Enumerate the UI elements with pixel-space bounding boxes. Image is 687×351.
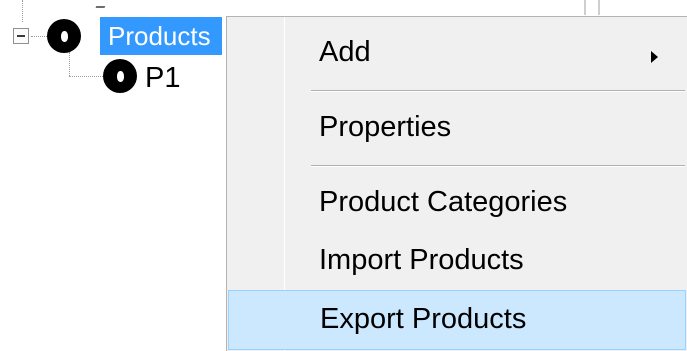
background-divider (584, 0, 586, 15)
tree-node-p1[interactable]: P1 (145, 59, 180, 97)
menu-item-label: Import Products (319, 244, 524, 276)
minus-icon (17, 35, 25, 37)
collapse-icon[interactable] (13, 28, 29, 44)
tree-connector-line (31, 36, 47, 37)
tree-node-products[interactable]: Products (100, 17, 222, 55)
context-menu: Add Properties Product Categories Import… (226, 16, 687, 351)
background-divider (598, 0, 600, 15)
partial-glyph (95, 0, 108, 8)
tree-connector-line (69, 76, 103, 77)
menu-item-import-products[interactable]: Import Products (227, 232, 687, 288)
menu-separator (311, 165, 685, 167)
menu-item-label: Add (319, 36, 371, 68)
tree-connector-line (22, 0, 23, 22)
menu-item-export-products[interactable]: Export Products (228, 290, 686, 350)
menu-item-label: Product Categories (319, 186, 568, 218)
tree-connector-line (69, 52, 70, 76)
menu-item-add[interactable]: Add (227, 24, 687, 80)
menu-separator (311, 90, 685, 92)
product-node-icon (47, 19, 81, 53)
submenu-arrow-icon (651, 51, 658, 63)
menu-item-label: Properties (319, 111, 452, 143)
menu-item-label: Export Products (320, 303, 527, 335)
menu-item-properties[interactable]: Properties (227, 99, 687, 155)
product-node-icon (103, 59, 137, 93)
menu-item-product-categories[interactable]: Product Categories (227, 174, 687, 230)
